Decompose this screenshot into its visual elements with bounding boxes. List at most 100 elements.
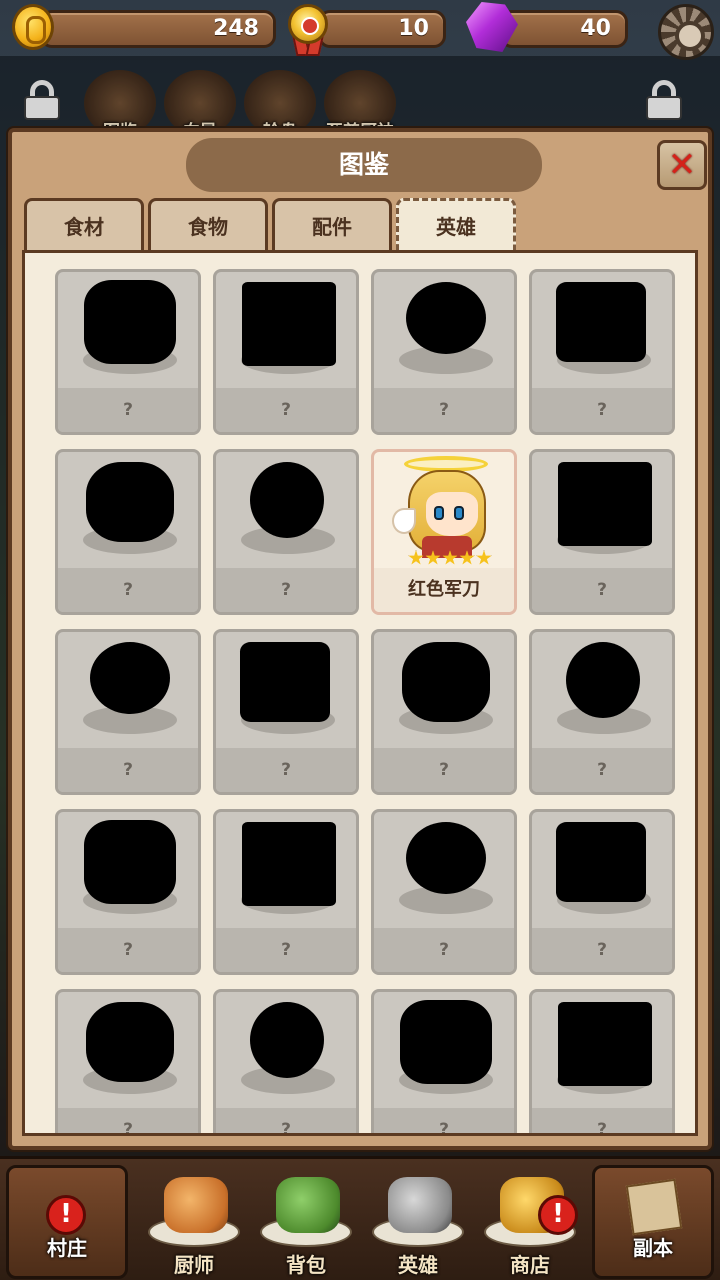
hero-silhouette (58, 992, 198, 1108)
hero-name: ? (216, 388, 356, 432)
tab-food[interactable]: 食物 (148, 198, 268, 252)
coin-value: 248 (213, 16, 259, 41)
hero-silhouette (532, 992, 672, 1108)
star-icon (442, 550, 458, 565)
hero-silhouette (532, 812, 672, 928)
hero-silhouette-shape (558, 1002, 652, 1086)
hero-silhouette (374, 992, 514, 1108)
hero-card-locked[interactable]: ? (55, 989, 201, 1133)
hero-silhouette-shape (250, 462, 324, 538)
hero-silhouette-shape (250, 1002, 324, 1078)
hero-name: ? (374, 388, 514, 432)
hero-silhouette-shape (406, 822, 486, 894)
hero-card-locked[interactable]: ? (55, 449, 201, 615)
hero-name: ? (532, 748, 672, 792)
bottom-nav: 村庄 ! 厨师 背包 英雄 商店 ! 副本 (0, 1156, 720, 1280)
hero-card-locked[interactable]: ? (213, 449, 359, 615)
feature-menu-row: 图鉴 向导 轮盘 至尊厨神 (0, 66, 720, 142)
hero-name: ? (532, 388, 672, 432)
hero-card-locked[interactable]: ? (213, 629, 359, 795)
hero-silhouette-shape (406, 282, 486, 354)
hero-name: ? (216, 748, 356, 792)
backpack-icon (276, 1177, 340, 1233)
hero-silhouette (532, 272, 672, 388)
hero-name: ? (216, 928, 356, 972)
hero-silhouette (216, 452, 356, 568)
tab-ingredients[interactable]: 食材 (24, 198, 144, 252)
hero-card-locked[interactable]: ? (371, 269, 517, 435)
hero-card-locked[interactable]: ? (371, 809, 517, 975)
resource-bar: 248 10 40 (0, 0, 720, 60)
menu-item-guide[interactable]: 向导 (164, 70, 236, 142)
panel-title: 图鉴 (186, 138, 542, 192)
menu-item-supreme-chef[interactable]: 至尊厨神 (324, 70, 396, 142)
tab-accessories[interactable]: 配件 (272, 198, 392, 252)
hero-name: ? (374, 928, 514, 972)
hero-silhouette-shape (84, 820, 176, 904)
hero-name: ? (532, 1108, 672, 1133)
hero-card-locked[interactable]: ? (529, 989, 675, 1133)
hero-silhouette (216, 272, 356, 388)
tab-heroes[interactable]: 英雄 (396, 198, 516, 256)
nav-hero[interactable]: 英雄 (362, 1169, 474, 1280)
hero-grid-area[interactable]: ?????? 红色军刀????????????? (22, 250, 698, 1136)
hero-name: 红色军刀 (374, 568, 514, 612)
hero-silhouette (374, 632, 514, 748)
hero-card-locked[interactable]: ? (213, 809, 359, 975)
hero-name: ? (374, 748, 514, 792)
hero-silhouette (58, 632, 198, 748)
hero-silhouette (374, 272, 514, 388)
menu-item-codex[interactable]: 图鉴 (84, 70, 156, 142)
helmet-icon (388, 1177, 452, 1233)
hero-card-locked[interactable]: ? (55, 809, 201, 975)
hero-silhouette (216, 992, 356, 1108)
map-scroll-icon (625, 1178, 683, 1236)
hero-silhouette (216, 632, 356, 748)
close-button[interactable]: ✕ (657, 140, 707, 190)
hero-name: ? (216, 568, 356, 612)
hero-silhouette-shape (556, 822, 646, 902)
hero-card-locked[interactable]: ? (55, 269, 201, 435)
settings-gear-icon[interactable] (658, 4, 714, 60)
hero-card-locked[interactable]: ? (55, 629, 201, 795)
nav-chef-label: 厨师 (174, 1253, 214, 1277)
hero-eye (434, 506, 444, 520)
hero-portrait (374, 452, 514, 568)
hero-name: ? (374, 1108, 514, 1133)
lock-icon (646, 80, 682, 120)
coin-icon (12, 4, 54, 50)
nav-chef[interactable]: 厨师 (138, 1169, 250, 1280)
menu-item-wheel[interactable]: 轮盘 (244, 70, 316, 142)
hero-silhouette (58, 452, 198, 568)
hero-card-locked[interactable]: ? (529, 449, 675, 615)
nav-bag[interactable]: 背包 (250, 1169, 362, 1280)
hero-name: ? (532, 928, 672, 972)
close-icon: ✕ (667, 145, 697, 185)
hero-card-unlocked[interactable]: 红色军刀 (371, 449, 517, 615)
hero-card-locked[interactable]: ? (371, 629, 517, 795)
shop-alert-badge: ! (538, 1195, 578, 1235)
hero-card-locked[interactable]: ? (371, 989, 517, 1133)
hero-name: ? (216, 1108, 356, 1133)
hero-silhouette (216, 812, 356, 928)
hero-silhouette-shape (90, 642, 170, 714)
hero-card-locked[interactable]: ? (529, 629, 675, 795)
hero-card-locked[interactable]: ? (529, 809, 675, 975)
lock-icon (24, 80, 60, 120)
hero-silhouette (532, 452, 672, 568)
coin-counter: 248 (40, 10, 276, 48)
hero-silhouette (532, 632, 672, 748)
roast-chicken-icon (164, 1177, 228, 1233)
hero-card-locked[interactable]: ? (529, 269, 675, 435)
hero-card-locked[interactable]: ? (213, 269, 359, 435)
hero-silhouette-shape (86, 1002, 174, 1082)
hero-name: ? (532, 568, 672, 612)
hero-silhouette-shape (242, 282, 336, 366)
dungeon-button[interactable]: 副本 (592, 1165, 714, 1279)
codex-panel: 图鉴 ✕ 食材 食物 配件 英雄 ?????? 红色军刀????????????? (8, 128, 712, 1150)
hero-silhouette-shape (566, 642, 640, 718)
hero-name: ? (58, 388, 198, 432)
hero-card-locked[interactable]: ? (213, 989, 359, 1133)
hero-silhouette-shape (400, 1000, 492, 1084)
hero-name: ? (58, 568, 198, 612)
